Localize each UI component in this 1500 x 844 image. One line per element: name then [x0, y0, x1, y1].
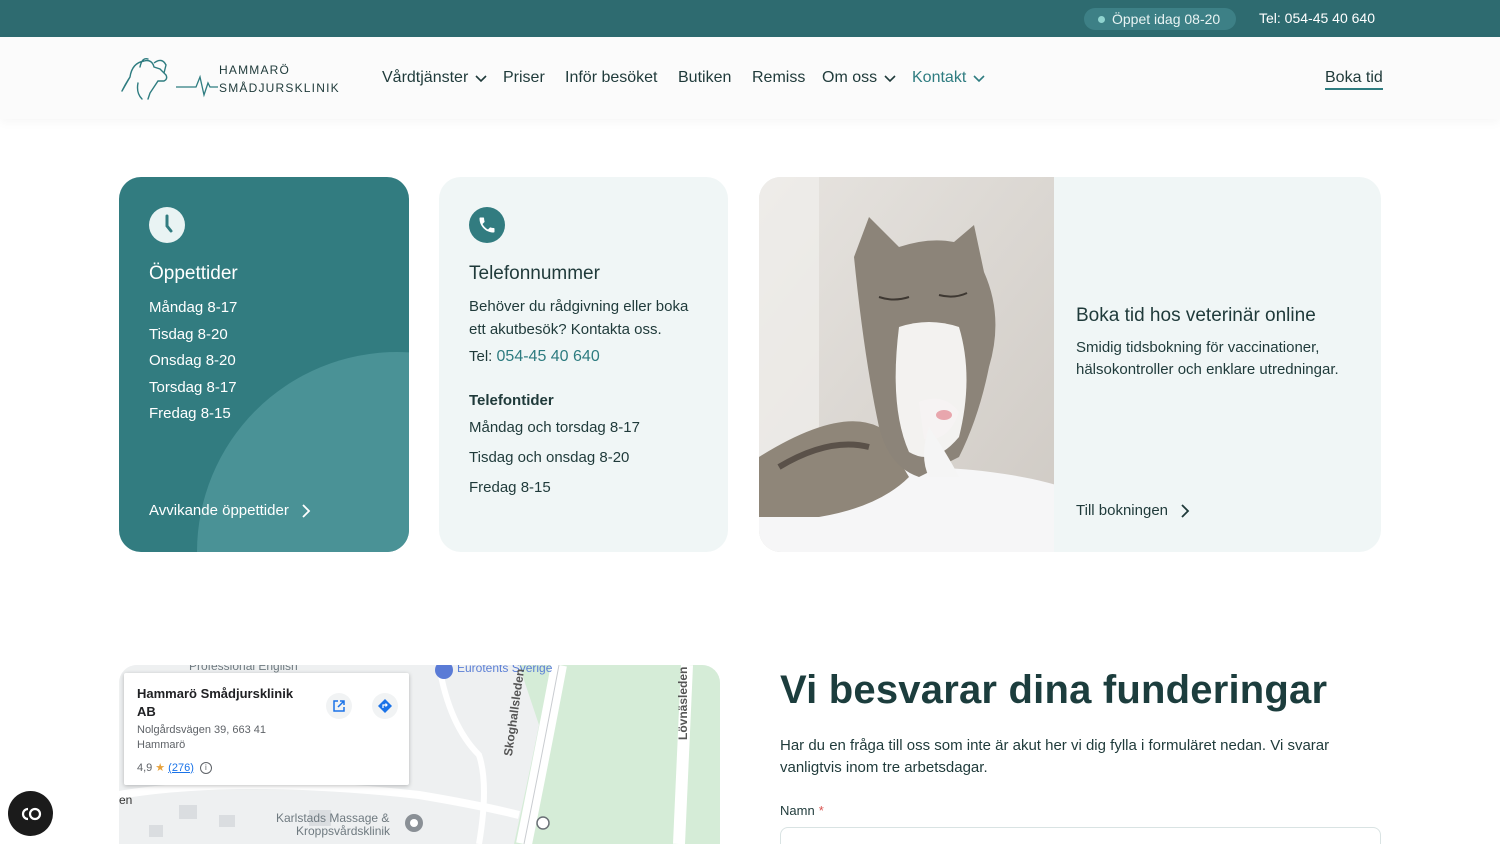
phone-icon — [469, 207, 505, 243]
nav-label: Vårdtjänster — [382, 69, 469, 86]
map-label-eurotents: Eurotents Sverige — [457, 665, 553, 675]
name-field[interactable] — [780, 827, 1381, 844]
map-label-professional: Professional English — [189, 665, 298, 673]
nav-label: Kontakt — [912, 69, 967, 86]
tel-prefix: Tel: — [469, 348, 493, 365]
nav-label: Remiss — [752, 69, 806, 86]
clinic-logo[interactable]: HAMMARÖ SMÅDJURSKLINIK — [118, 53, 340, 103]
nav-vardtjanster[interactable]: Vårdtjänster — [382, 69, 488, 87]
clock-icon — [149, 207, 185, 243]
map-place-card: Hammarö Smådjursklinik AB Nolgårdsvägen … — [124, 673, 409, 785]
phone-number-link[interactable]: 054-45 40 640 — [497, 348, 600, 365]
open-in-maps-icon[interactable] — [326, 693, 352, 719]
booking-title: Boka tid hos veterinär online — [1076, 305, 1316, 326]
hours-item: Måndag 8-17 — [149, 299, 238, 316]
rating-value: 4,9 — [137, 761, 153, 774]
contact-description: Har du en fråga till oss som inte är aku… — [780, 737, 1330, 776]
star-icon: ★ — [155, 762, 166, 774]
nav-label: Om oss — [822, 69, 878, 86]
logo-line-1: HAMMARÖ — [219, 63, 291, 77]
phone-times-title: Telefontider — [469, 392, 554, 409]
place-name: Hammarö Smådjursklinik AB — [137, 686, 294, 719]
address-line: Nolgårdsvägen 39, 663 41 — [137, 724, 267, 736]
chevron-right-icon — [1181, 503, 1190, 518]
chevron-down-icon — [884, 75, 896, 83]
top-bar: Öppet idag 08-20 Tel: 054-45 40 640 — [0, 0, 1500, 37]
to-booking-link[interactable]: Till bokningen — [1076, 502, 1190, 519]
phone-times-list: Måndag och torsdag 8-17 Tisdag och onsda… — [469, 413, 709, 503]
top-phone-link[interactable]: Tel: 054-45 40 640 — [1259, 10, 1375, 26]
chevron-right-icon — [302, 503, 311, 518]
name-label-text: Namn — [780, 803, 815, 818]
link-label: Till bokningen — [1076, 502, 1168, 519]
map-label-massage-1: Karlstads Massage & — [276, 811, 390, 825]
book-appointment-link[interactable]: Boka tid — [1325, 69, 1383, 90]
site-header: HAMMARÖ SMÅDJURSKLINIK Vårdtjänster Pris… — [0, 37, 1500, 119]
nav-infor-besoket[interactable]: Inför besöket — [565, 69, 658, 87]
chevron-down-icon — [475, 75, 487, 83]
cookie-icon — [21, 807, 41, 820]
nav-priser[interactable]: Priser — [503, 69, 545, 87]
nav-label: Priser — [503, 69, 545, 86]
nav-remiss[interactable]: Remiss — [752, 69, 805, 87]
hours-item: Fredag 8-15 — [149, 405, 231, 422]
nav-label: Butiken — [678, 69, 732, 86]
google-map[interactable]: Professional English Eurotents Sverige S… — [119, 665, 720, 844]
link-label: Avvikande öppettider — [149, 502, 289, 519]
open-status-text: Öppet idag 08-20 — [1112, 11, 1221, 27]
phone-title: Telefonnummer — [469, 263, 600, 284]
open-status-badge: Öppet idag 08-20 — [1084, 8, 1236, 30]
status-dot-icon — [1098, 16, 1105, 23]
phone-time-item: Tisdag och onsdag 8-20 — [469, 449, 630, 466]
booking-content: Boka tid hos veterinär online Smidig tid… — [1076, 305, 1366, 381]
hours-title: Öppettider — [149, 263, 238, 284]
required-mark: * — [818, 803, 824, 818]
hours-item: Tisdag 8-20 — [149, 325, 228, 343]
nav-butiken[interactable]: Butiken — [678, 69, 731, 87]
nav-label: Inför besöket — [565, 69, 658, 86]
logo-line-2: SMÅDJURSKLINIK — [219, 81, 340, 95]
phone-time-item: Fredag 8-15 — [469, 479, 551, 496]
nav-om-oss[interactable]: Om oss — [822, 69, 897, 87]
hours-item: Torsdag 8-17 — [149, 378, 237, 396]
booking-description: Smidig tidsbokning för vaccinationer, hä… — [1076, 339, 1339, 378]
reviews-link[interactable]: (276) — [168, 762, 194, 774]
place-address: Nolgårdsvägen 39, 663 41 Hammarö — [137, 723, 266, 753]
phone-description: Behöver du rådgivning eller boka ett aku… — [469, 298, 689, 338]
map-label-lovnasleden: Lövnäsleden — [676, 666, 690, 740]
cat-photo — [759, 177, 1054, 552]
map-label-massage-2: Kroppsvårdsklinik — [296, 824, 391, 838]
nav-kontakt[interactable]: Kontakt — [912, 69, 986, 87]
phone-line: Tel: 054-45 40 640 — [469, 348, 709, 366]
map-label-en: en — [119, 793, 133, 807]
opening-hours-card: Öppettider Måndag 8-17 Tisdag 8-20 Onsda… — [119, 177, 409, 552]
hours-item: Onsdag 8-20 — [149, 352, 236, 369]
name-label: Namn * — [780, 803, 824, 818]
contact-heading: Vi besvarar dina funderingar — [780, 668, 1328, 712]
place-rating: 4,9 ★ (276) i — [137, 761, 212, 774]
phone-card: Telefonnummer Behöver du rådgivning elle… — [439, 177, 728, 552]
phone-time-item: Måndag och torsdag 8-17 — [469, 419, 640, 436]
online-booking-card: Boka tid hos veterinär online Smidig tid… — [759, 177, 1381, 552]
directions-icon[interactable] — [372, 693, 398, 719]
deviating-hours-link[interactable]: Avvikande öppettider — [149, 502, 311, 519]
info-icon[interactable]: i — [199, 761, 212, 774]
chevron-down-icon — [973, 75, 985, 83]
address-line: Hammarö — [137, 739, 186, 751]
hours-list: Måndag 8-17 Tisdag 8-20 Onsdag 8-20 Tors… — [149, 295, 238, 428]
dog-cat-logo-icon — [121, 57, 218, 100]
cookie-settings-button[interactable] — [8, 791, 53, 836]
